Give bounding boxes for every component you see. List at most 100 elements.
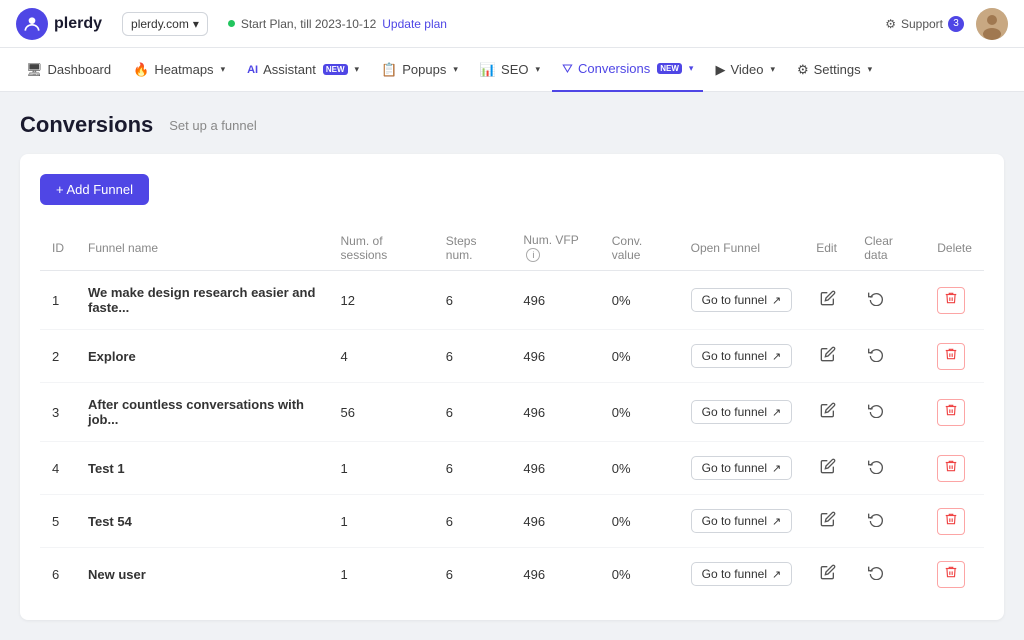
topbar: plerdy plerdy.com ▾ Start Plan, till 202… [0,0,1024,48]
cell-steps-num: 6 [434,548,512,601]
col-id: ID [40,225,76,271]
edit-icon[interactable] [816,510,840,535]
nav-item-seo[interactable]: 📊 SEO ▾ [470,48,550,92]
ai-icon: AI [247,64,258,76]
cell-steps-num: 6 [434,271,512,330]
cell-funnel-name: After countless conversations with job..… [76,383,329,442]
cell-id: 6 [40,548,76,601]
cell-edit [804,330,852,383]
update-plan-link[interactable]: Update plan [382,17,447,31]
conversions-new-badge: NEW [657,63,682,74]
clear-data-icon[interactable] [864,345,888,370]
clear-data-icon[interactable] [864,401,888,426]
col-conv-value: Conv. value [600,225,679,271]
cell-open-funnel: Go to funnel ↗ [679,383,805,442]
go-to-funnel-button[interactable]: Go to funnel ↗ [691,562,793,586]
user-avatar[interactable] [976,8,1008,40]
nav-item-settings[interactable]: ⚙ Settings ▾ [787,48,882,92]
clear-data-icon[interactable] [864,457,888,482]
cell-steps-num: 6 [434,383,512,442]
cell-id: 5 [40,495,76,548]
clear-data-icon[interactable] [864,289,888,314]
clear-data-icon[interactable] [864,510,888,535]
page-content: Conversions Set up a funnel + Add Funnel… [0,92,1024,640]
cell-conv-value: 0% [600,548,679,601]
go-to-funnel-button[interactable]: Go to funnel ↗ [691,509,793,533]
cell-funnel-name: Test 1 [76,442,329,495]
nav-label-heatmaps: Heatmaps [154,62,213,77]
nav-item-conversions[interactable]: ⛛ Conversions NEW ▾ [552,48,703,92]
edit-icon[interactable] [816,563,840,588]
logo-area: plerdy [16,8,102,40]
add-funnel-button[interactable]: + Add Funnel [40,174,149,205]
plan-text: Start Plan, till 2023-10-12 [241,17,376,31]
col-steps-num: Steps num. [434,225,512,271]
chevron-down-icon: ▾ [770,64,775,75]
external-link-icon: ↗ [772,515,781,528]
table-row: 1 We make design research easier and fas… [40,271,984,330]
go-to-funnel-button[interactable]: Go to funnel ↗ [691,456,793,480]
nav-item-heatmaps[interactable]: 🔥 Heatmaps ▾ [123,48,235,92]
go-to-funnel-button[interactable]: Go to funnel ↗ [691,288,793,312]
topbar-right: ⚙ Support 3 [885,8,1008,40]
cell-conv-value: 0% [600,383,679,442]
logo-icon [16,8,48,40]
cell-edit [804,271,852,330]
logo-text: plerdy [54,15,102,33]
nav-item-assistant[interactable]: AI Assistant NEW ▾ [237,48,369,92]
edit-icon[interactable] [816,289,840,314]
clear-data-icon[interactable] [864,563,888,588]
cell-funnel-name: Explore [76,330,329,383]
table-header: ID Funnel name Num. of sessions Steps nu… [40,225,984,271]
delete-icon[interactable] [937,399,965,426]
cell-delete [925,442,984,495]
page-header: Conversions Set up a funnel [20,112,1004,138]
edit-icon[interactable] [816,345,840,370]
nav-item-dashboard[interactable]: 🖥 Dashboard [16,48,121,92]
cell-id: 1 [40,271,76,330]
cell-open-funnel: Go to funnel ↗ [679,271,805,330]
col-delete: Delete [925,225,984,271]
col-clear-data: Clear data [852,225,925,271]
delete-icon[interactable] [937,508,965,535]
chevron-down-icon: ▾ [221,64,226,75]
cell-edit [804,495,852,548]
edit-icon[interactable] [816,401,840,426]
gear-icon: ⚙ [885,17,896,31]
monitor-icon: 🖥 [26,62,43,78]
cell-id: 2 [40,330,76,383]
funnels-table: ID Funnel name Num. of sessions Steps nu… [40,225,984,600]
cell-edit [804,442,852,495]
external-link-icon: ↗ [772,406,781,419]
cell-delete [925,495,984,548]
delete-icon[interactable] [937,343,965,370]
num-vfp-info-icon[interactable]: i [526,248,540,262]
cell-delete [925,330,984,383]
delete-icon[interactable] [937,287,965,314]
delete-icon[interactable] [937,455,965,482]
col-num-vfp: Num. VFP i [511,225,599,271]
cell-delete [925,548,984,601]
main-card: + Add Funnel ID Funnel name Num. of sess… [20,154,1004,620]
cell-clear-data [852,495,925,548]
support-button[interactable]: ⚙ Support 3 [885,16,964,32]
nav-item-video[interactable]: ▶ Video ▾ [705,48,785,92]
go-to-funnel-button[interactable]: Go to funnel ↗ [691,400,793,424]
delete-icon[interactable] [937,561,965,588]
nav-label-assistant: Assistant [263,62,316,77]
plan-info: Start Plan, till 2023-10-12 Update plan [228,17,447,31]
domain-selector[interactable]: plerdy.com ▾ [122,12,208,36]
go-to-funnel-button[interactable]: Go to funnel ↗ [691,344,793,368]
cell-id: 4 [40,442,76,495]
gear-icon: ⚙ [797,62,809,78]
chevron-down-icon: ▾ [193,17,199,31]
cell-open-funnel: Go to funnel ↗ [679,330,805,383]
chevron-down-icon: ▾ [355,64,360,75]
nav-item-popups[interactable]: 📋 Popups ▾ [371,48,468,92]
plan-status-dot [228,20,235,27]
nav-label-video: Video [730,62,763,77]
edit-icon[interactable] [816,457,840,482]
external-link-icon: ↗ [772,462,781,475]
cell-id: 3 [40,383,76,442]
cell-steps-num: 6 [434,330,512,383]
